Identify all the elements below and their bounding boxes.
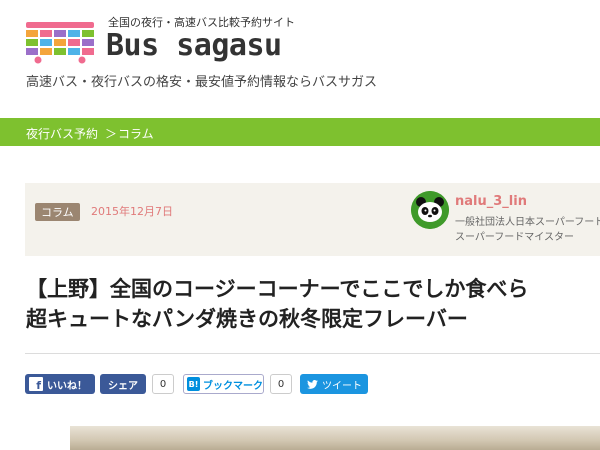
author-avatar[interactable] <box>411 191 449 229</box>
hatena-bookmark-button[interactable]: B! ブックマーク <box>183 374 264 394</box>
site-header: 全国の夜行・高速バス比較予約サイト Bus sagasu 高速バス・夜行バスの格… <box>0 0 600 118</box>
tweet-label: ツイート <box>322 380 362 392</box>
author-role: スーパーフードマイスター <box>455 232 574 243</box>
twitter-bird-icon <box>307 379 318 389</box>
article-hero-image <box>70 426 600 450</box>
facebook-share-label: シェア <box>108 380 138 392</box>
publish-date: 2015年12月7日 <box>91 205 173 218</box>
article-title-line-1: 【上野】全国のコージーコーナーでここでしか食べら <box>26 277 529 301</box>
facebook-share-count: 0 <box>152 374 174 394</box>
hatena-icon: B! <box>187 377 200 391</box>
article-title-line-2: 超キュートなパンダ焼きの秋冬限定フレーバー <box>26 307 468 331</box>
facebook-like-button[interactable]: f いいね！ <box>25 374 95 394</box>
breadcrumb-separator: ＞ <box>105 127 118 141</box>
title-divider <box>25 353 600 354</box>
site-description: 高速バス・夜行バスの格安・最安値予約情報ならバスサガス <box>26 75 378 90</box>
breadcrumb-item-column[interactable]: コラム <box>118 125 154 142</box>
category-badge[interactable]: コラム <box>35 203 80 221</box>
author-organization: 一般社団法人日本スーパーフード <box>455 217 600 228</box>
site-logo-text[interactable]: Bus sagasu <box>106 28 282 63</box>
breadcrumb: 夜行バス予約 ＞ コラム <box>0 118 600 146</box>
tweet-button[interactable]: ツイート <box>300 374 368 394</box>
article-meta-card: コラム 2015年12月7日 nalu_3_lin 一般社団法人日本スーパーフー… <box>25 183 600 256</box>
author-name[interactable]: nalu_3_lin <box>455 194 527 209</box>
breadcrumb-item-night-bus[interactable]: 夜行バス予約 <box>26 125 98 142</box>
facebook-like-label: いいね！ <box>47 380 87 392</box>
hatena-bookmark-count: 0 <box>270 374 292 394</box>
article-title: 【上野】全国のコージーコーナーでここでしか食べら 超キュートなパンダ焼きの秋冬限… <box>26 274 600 334</box>
panda-icon <box>411 191 449 229</box>
facebook-icon: f <box>29 377 43 391</box>
facebook-share-button[interactable]: シェア <box>100 374 146 394</box>
hatena-label: ブックマーク <box>203 380 263 392</box>
bus-logo-icon[interactable] <box>26 20 96 64</box>
